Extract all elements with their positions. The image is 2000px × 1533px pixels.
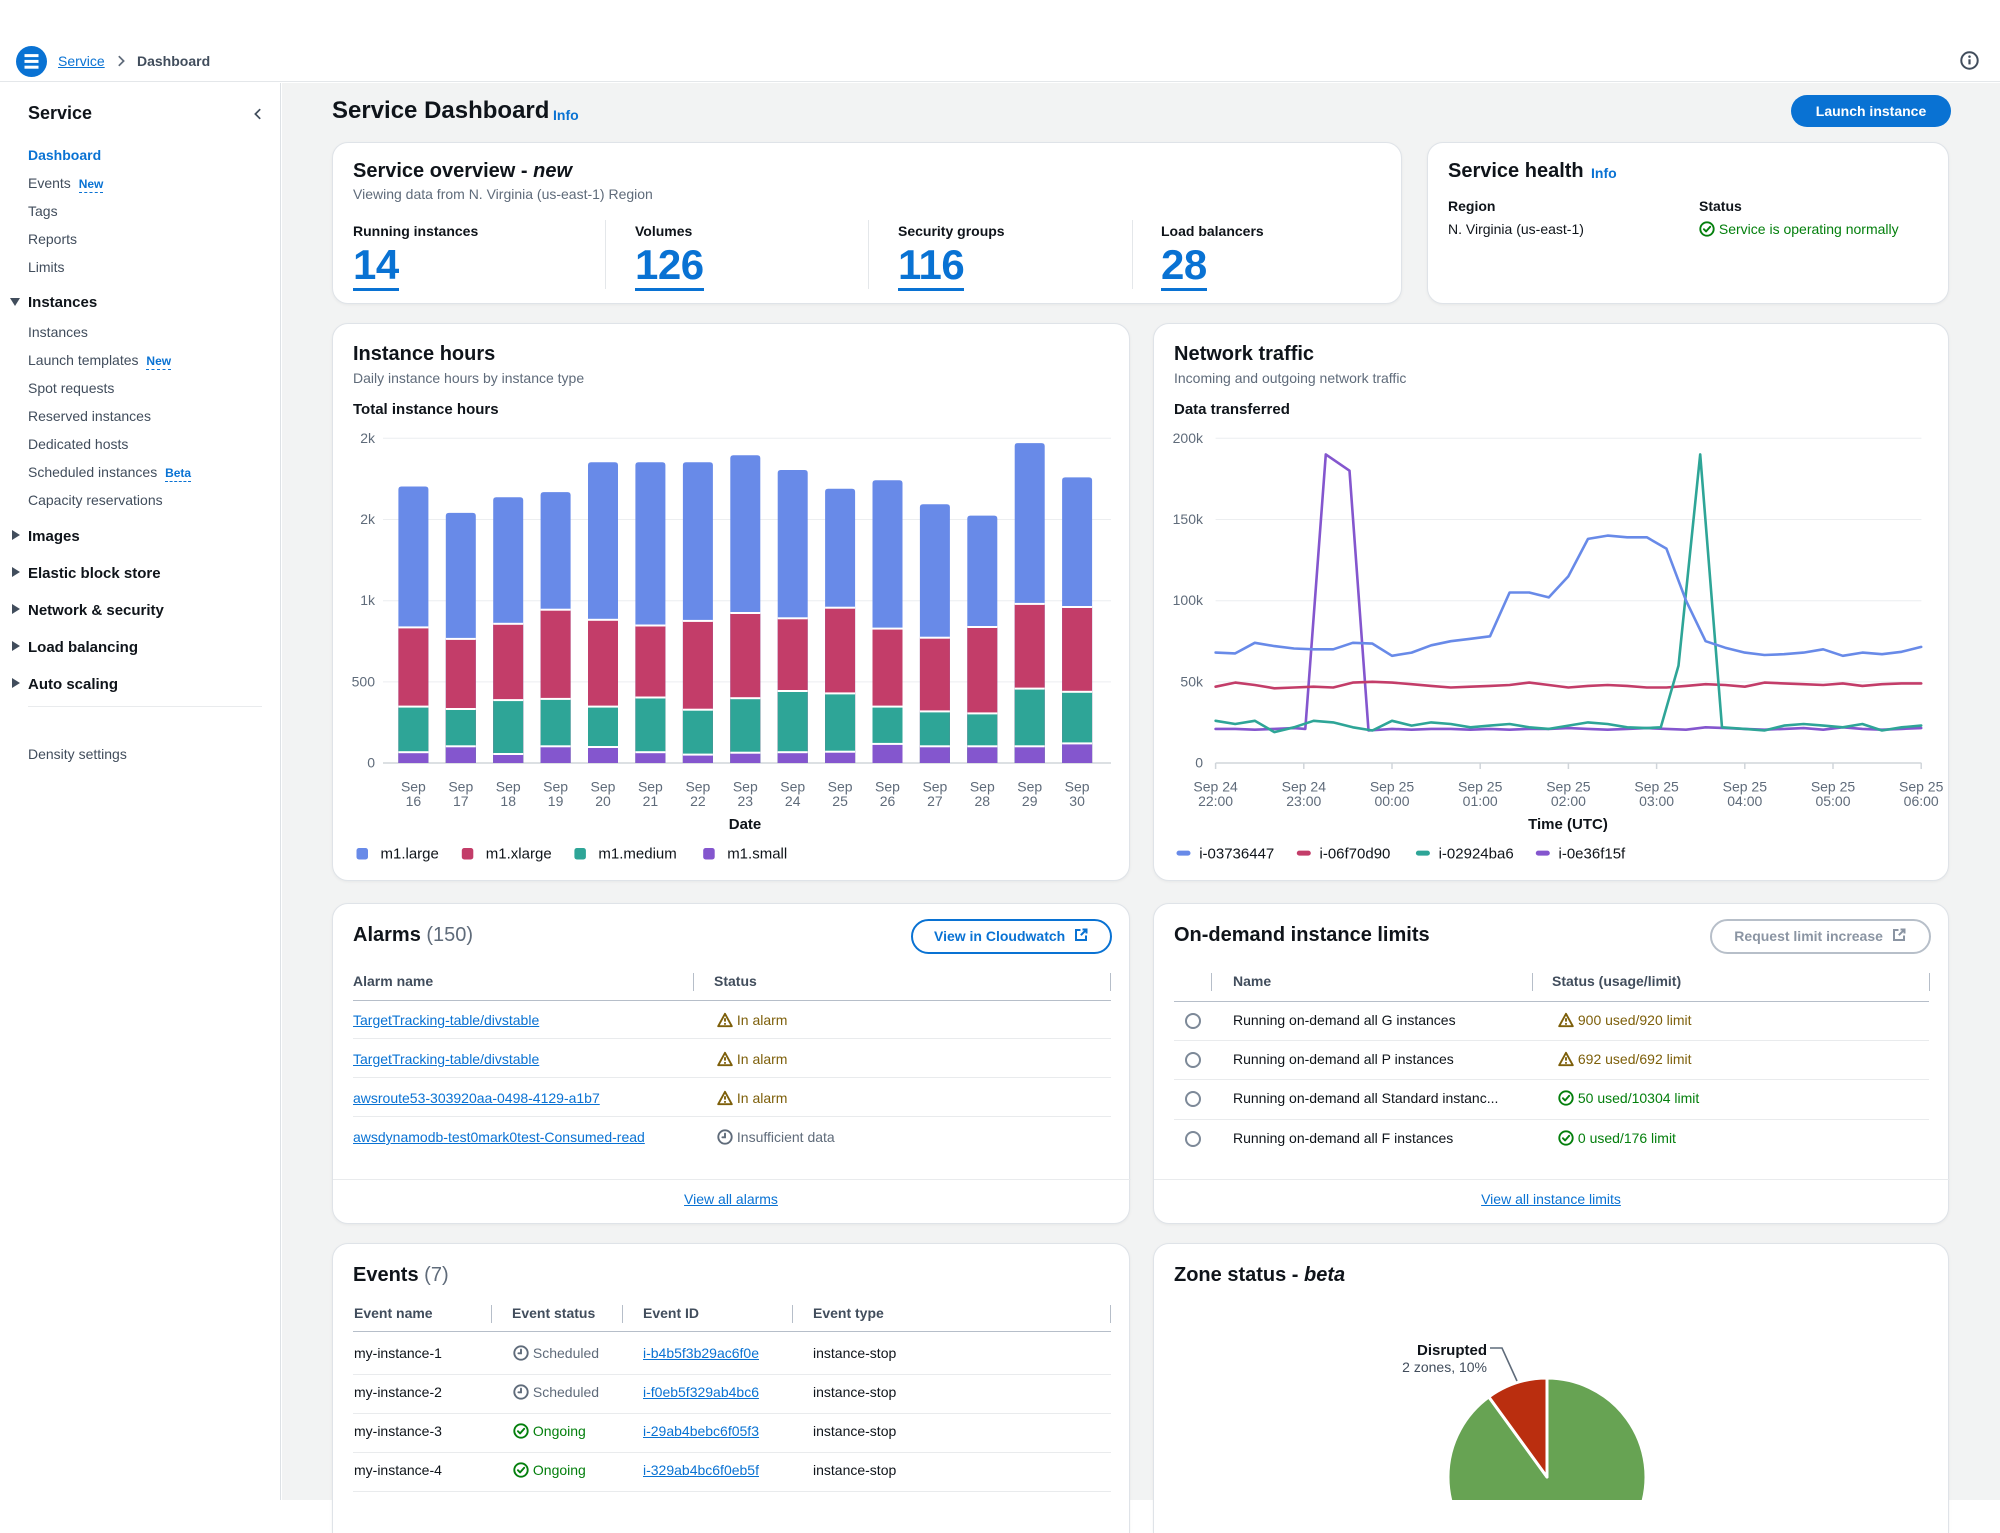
- svg-text:17: 17: [453, 793, 469, 809]
- svg-text:m1.large: m1.large: [381, 846, 439, 863]
- svg-text:Date: Date: [729, 816, 762, 833]
- svg-text:22: 22: [690, 793, 706, 809]
- svg-text:22:00: 22:00: [1198, 793, 1233, 809]
- svg-text:m1.xlarge: m1.xlarge: [486, 846, 552, 863]
- svg-text:23:00: 23:00: [1286, 793, 1321, 809]
- svg-text:03:00: 03:00: [1639, 793, 1674, 809]
- svg-text:2 zones, 10%: 2 zones, 10%: [1402, 1359, 1487, 1375]
- svg-text:200k: 200k: [1173, 430, 1204, 446]
- svg-text:23: 23: [738, 793, 754, 809]
- svg-text:24: 24: [785, 793, 801, 809]
- svg-text:06:00: 06:00: [1904, 793, 1939, 809]
- svg-text:i-0e36f15f: i-0e36f15f: [1559, 846, 1627, 863]
- svg-text:m1.small: m1.small: [727, 846, 787, 863]
- svg-text:Time (UTC): Time (UTC): [1528, 816, 1608, 833]
- svg-text:28: 28: [975, 793, 991, 809]
- svg-text:100k: 100k: [1173, 592, 1204, 608]
- svg-text:21: 21: [643, 793, 659, 809]
- svg-text:150k: 150k: [1173, 511, 1204, 527]
- svg-text:00:00: 00:00: [1374, 793, 1409, 809]
- svg-text:25: 25: [832, 793, 848, 809]
- svg-text:30: 30: [1069, 793, 1085, 809]
- svg-text:i-02924ba6: i-02924ba6: [1439, 846, 1514, 863]
- svg-text:i-03736447: i-03736447: [1199, 846, 1274, 863]
- svg-text:50k: 50k: [1180, 673, 1204, 689]
- svg-text:29: 29: [1022, 793, 1038, 809]
- svg-text:0: 0: [367, 755, 375, 771]
- svg-text:05:00: 05:00: [1815, 793, 1850, 809]
- svg-text:0: 0: [1195, 755, 1203, 771]
- svg-text:2k: 2k: [360, 430, 376, 446]
- svg-text:i-06f70d90: i-06f70d90: [1320, 846, 1391, 863]
- svg-text:01:00: 01:00: [1463, 793, 1498, 809]
- svg-text:19: 19: [548, 793, 564, 809]
- svg-text:02:00: 02:00: [1551, 793, 1586, 809]
- svg-text:27: 27: [927, 793, 943, 809]
- svg-text:1k: 1k: [360, 592, 376, 608]
- svg-text:18: 18: [500, 793, 516, 809]
- svg-text:16: 16: [406, 793, 422, 809]
- svg-text:m1.medium: m1.medium: [598, 846, 676, 863]
- svg-text:2k: 2k: [360, 511, 376, 527]
- svg-text:20: 20: [595, 793, 611, 809]
- svg-text:04:00: 04:00: [1727, 793, 1762, 809]
- svg-text:Disrupted: Disrupted: [1417, 1342, 1487, 1359]
- svg-text:26: 26: [880, 793, 896, 809]
- svg-text:500: 500: [352, 673, 376, 689]
